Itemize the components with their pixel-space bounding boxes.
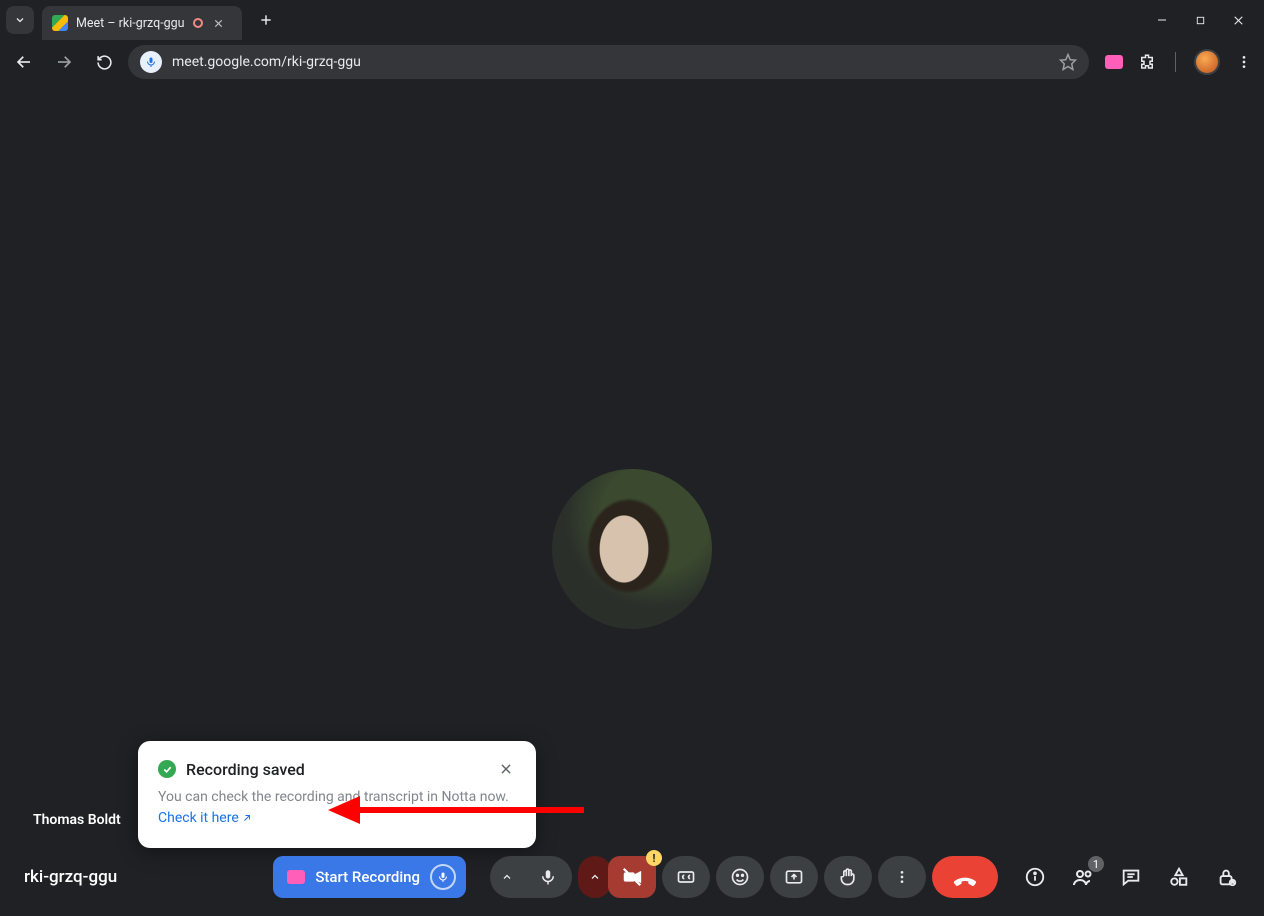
activities-button[interactable] [1166, 864, 1192, 890]
star-icon [1059, 53, 1077, 71]
nav-back-button[interactable] [8, 46, 40, 78]
present-icon [784, 867, 804, 887]
meet-favicon-icon [52, 15, 68, 31]
bookmark-star-button[interactable] [1059, 53, 1077, 71]
meet-viewport: Thomas Boldt Recording saved You can che… [0, 84, 1264, 916]
chevron-up-icon [501, 871, 513, 883]
tab-title: Meet – rki-grzq-ggu [76, 16, 185, 31]
hangup-icon [951, 863, 979, 891]
browser-tab[interactable]: Meet – rki-grzq-ggu [42, 6, 242, 40]
meeting-code-label: rki-grzq-ggu [24, 867, 117, 887]
close-icon [213, 18, 224, 29]
arrow-right-icon [55, 53, 73, 71]
site-permission-icon[interactable] [140, 51, 162, 73]
toast-body-text: You can check the recording and transcri… [158, 789, 509, 805]
call-controls: ! [490, 856, 998, 898]
toast-title: Recording saved [186, 760, 305, 779]
window-close-button[interactable] [1230, 12, 1246, 28]
profile-avatar-button[interactable] [1194, 49, 1220, 75]
mute-mic-button[interactable] [524, 856, 572, 898]
more-options-button[interactable] [878, 856, 926, 898]
recording-saved-toast: Recording saved You can check the record… [138, 741, 536, 848]
start-recording-label: Start Recording [315, 868, 420, 886]
new-tab-button[interactable] [252, 6, 280, 34]
recording-indicator-icon [193, 18, 203, 28]
meet-bottom-bar: rki-grzq-ggu Start Recording ! [0, 838, 1264, 916]
participant-name-label: Thomas Boldt [33, 812, 121, 828]
nav-forward-button[interactable] [48, 46, 80, 78]
kebab-icon [894, 869, 910, 885]
kebab-icon [1236, 54, 1252, 70]
closed-captions-icon [676, 867, 696, 887]
toolbar-extensions [1105, 49, 1254, 75]
captions-button[interactable] [662, 856, 710, 898]
host-controls-button[interactable] [1214, 864, 1240, 890]
chat-panel-button[interactable] [1118, 864, 1144, 890]
address-bar[interactable]: meet.google.com/rki-grzq-ggu [128, 45, 1089, 79]
camera-control [578, 856, 612, 898]
meeting-details-button[interactable] [1022, 864, 1048, 890]
nav-reload-button[interactable] [88, 46, 120, 78]
camera-alert-badge: ! [646, 850, 662, 866]
minimize-icon [1156, 14, 1168, 26]
tab-close-button[interactable] [211, 15, 227, 31]
leave-call-button[interactable] [932, 856, 998, 898]
lock-person-icon [1216, 866, 1238, 888]
camera-off-icon [621, 866, 643, 888]
recording-mic-icon [430, 864, 456, 890]
video-options-button[interactable] [578, 856, 612, 898]
puzzle-icon [1138, 53, 1156, 71]
microphone-control [490, 856, 572, 898]
meet-side-panel-icons: 1 [1022, 864, 1240, 890]
tab-search-button[interactable] [6, 6, 34, 34]
extensions-button[interactable] [1137, 52, 1157, 72]
microphone-icon [539, 868, 557, 886]
arrow-left-icon [15, 53, 33, 71]
plus-icon [259, 13, 273, 27]
chat-icon [1120, 866, 1142, 888]
external-link-icon [241, 812, 253, 824]
raise-hand-button[interactable] [824, 856, 872, 898]
toast-link[interactable]: Check it here [158, 810, 253, 826]
browser-titlebar: Meet – rki-grzq-ggu [0, 0, 1264, 40]
toast-close-button[interactable] [496, 759, 516, 779]
success-check-icon [158, 760, 176, 778]
maximize-icon [1195, 15, 1206, 26]
reload-icon [96, 54, 113, 71]
toast-body: You can check the recording and transcri… [158, 787, 516, 828]
audio-options-button[interactable] [490, 856, 524, 898]
toolbar-divider [1175, 52, 1176, 72]
reactions-button[interactable] [716, 856, 764, 898]
window-minimize-button[interactable] [1154, 12, 1170, 28]
chevron-down-icon [14, 14, 26, 26]
window-controls [1154, 12, 1258, 28]
shapes-icon [1168, 866, 1190, 888]
toggle-camera-button[interactable]: ! [608, 856, 656, 898]
microphone-icon [145, 56, 157, 68]
present-screen-button[interactable] [770, 856, 818, 898]
chevron-up-icon [589, 871, 601, 883]
emoji-icon [730, 867, 750, 887]
browser-toolbar: meet.google.com/rki-grzq-ggu [0, 40, 1264, 84]
notta-extension-icon[interactable] [1105, 55, 1123, 69]
close-icon [499, 762, 513, 776]
url-text: meet.google.com/rki-grzq-ggu [172, 54, 361, 70]
info-icon [1024, 866, 1046, 888]
close-icon [1232, 14, 1245, 27]
notta-logo-icon [287, 870, 305, 884]
participant-avatar [552, 469, 712, 629]
people-count-badge: 1 [1088, 856, 1104, 872]
hand-icon [838, 867, 858, 887]
window-maximize-button[interactable] [1192, 12, 1208, 28]
start-recording-button[interactable]: Start Recording [273, 856, 466, 898]
browser-menu-button[interactable] [1234, 52, 1254, 72]
people-panel-button[interactable]: 1 [1070, 864, 1096, 890]
